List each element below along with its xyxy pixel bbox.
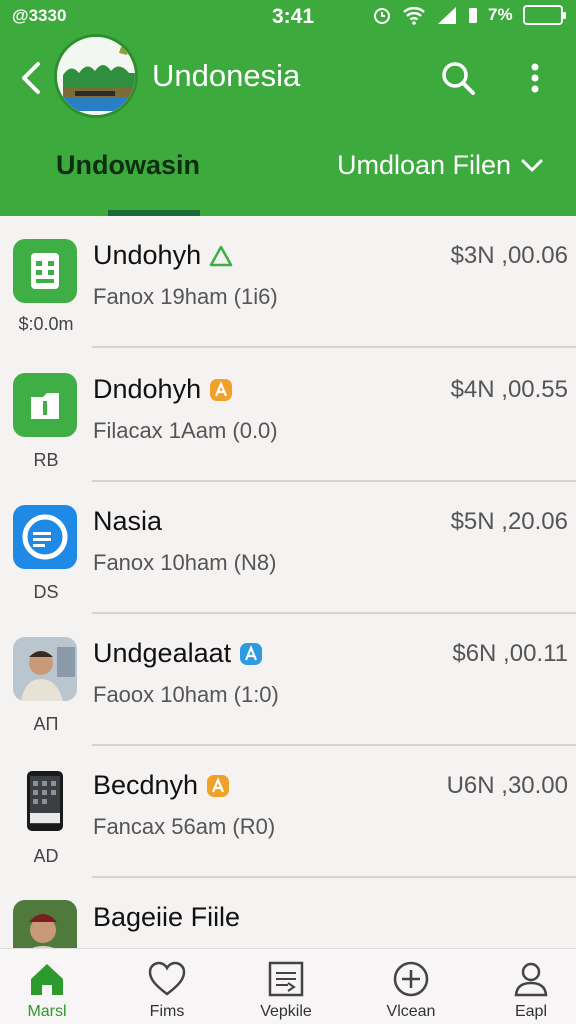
nav-label: Vlcean [386,1003,436,1020]
status-time: 3:41 [272,5,315,28]
row-name: Undohyh [93,240,202,270]
app-logo [54,34,138,118]
wifi-icon [403,7,425,25]
nav-label: Marsl [27,1003,67,1020]
tab-undowasin[interactable]: Undowasin [56,150,200,181]
blue-a-badge-icon [240,642,263,665]
divider [92,876,576,878]
page-title: Undonesia [152,58,301,93]
plus-circle-icon [393,961,429,997]
row-name-wrap: Dndohyh [93,374,233,405]
back-arrow-icon[interactable] [14,58,50,98]
nav-item-vepkile[interactable]: Vepkile [231,957,341,1021]
status-bar: @3330 3:41 7% [0,0,576,34]
row-code: $:0.0m [18,314,74,334]
search-icon[interactable] [438,58,478,98]
row-name-wrap: Becdnyh [93,770,230,801]
nav-item-home[interactable]: Marsl [0,957,102,1021]
orange-a-badge-icon [207,774,230,797]
orange-a-badge-icon [210,378,233,401]
folder-app-icon [13,373,77,437]
more-vert-icon[interactable] [522,60,548,96]
nav-item-eapl[interactable]: Eapl [476,957,576,1021]
nav-label: Fims [149,1003,185,1020]
triangle-outline-icon [209,245,233,266]
nav-item-vlcean[interactable]: Vlcean [356,957,466,1021]
row-name: Undgealaat [93,638,232,668]
nav-label: Vepkile [260,1003,312,1020]
row-amount: U6N ,30.00 [446,772,568,799]
row-subtitle: Fancax 56am (R0) [93,814,276,839]
alarm-icon [374,8,390,24]
row-name-wrap: Bageiie Fiile [93,902,240,933]
nav-label: Eapl [514,1003,548,1020]
row-code: AD [33,846,59,866]
list-item[interactable]: $:0.0m Undohyh Fanox 19ham (1i6) $3N ,00… [0,216,576,348]
chevron-down-icon [521,159,543,171]
list-item[interactable]: DS Nasia Fanox 10ham (N8) $5N ,20.06 [0,482,576,614]
row-code: RB [33,450,59,470]
app-header: @3330 3:41 7% Undonesia Undowasin Umdloa… [0,0,576,216]
row-name-wrap: Undohyh [93,240,233,271]
list-item[interactable]: AП Undgealaat Faoox 10ham (1:0) $6N ,00.… [0,614,576,746]
phone-photo-icon [13,769,77,833]
row-name: Becdnyh [93,770,199,800]
user-icon [514,962,548,997]
row-name: Nasia [93,506,163,536]
battery-saver-icon [469,8,477,23]
heart-icon [148,961,186,996]
status-icons: 7% [372,5,566,25]
row-amount: $3N ,00.06 [450,242,568,269]
list-item[interactable]: Bageiie Fiile [0,880,576,948]
list-item[interactable]: RB Dndohyh Filacax 1Aam (0.0) $4N ,00.55 [0,350,576,482]
person-photo-icon [13,637,77,701]
tab-umdloan-filen[interactable]: Umdloan Filen [337,150,543,181]
nav-item-fims[interactable]: Fims [112,957,222,1021]
row-subtitle: Filacax 1Aam (0.0) [93,418,278,443]
blue-chart-app-icon [13,505,77,569]
home-icon [31,964,63,995]
row-amount: $6N ,00.11 [452,640,568,667]
row-amount: $5N ,20.06 [450,508,568,535]
person-photo-icon [13,900,77,948]
list-item[interactable]: AD Becdnyh Fancax 56am (R0) U6N ,30.00 [0,746,576,878]
divider [92,346,576,348]
row-subtitle: Fanox 10ham (N8) [93,550,277,575]
battery-icon [522,5,566,25]
row-subtitle: Fanox 19ham (1i6) [93,284,278,309]
row-name-wrap: Undgealaat [93,638,263,669]
battery-percent: 7% [488,5,513,24]
row-name: Bageiie Fiile [93,902,241,932]
row-amount: $4N ,00.55 [450,376,568,403]
tab-right-label: Umdloan Filen [337,150,512,180]
row-subtitle: Faoox 10ham (1:0) [93,682,279,707]
building-app-icon [13,239,77,303]
transaction-list: $:0.0m Undohyh Fanox 19ham (1i6) $3N ,00… [0,216,576,948]
row-name-wrap: Nasia [93,506,162,537]
row-code: AП [33,714,59,734]
signal-icon [438,7,456,24]
row-code: DS [33,582,59,602]
document-icon [268,961,304,997]
bottom-nav: Marsl Fims Vepkile Vlcean Eapl [0,948,576,1024]
status-left-text: @3330 [12,6,67,25]
row-name: Dndohyh [93,374,202,404]
